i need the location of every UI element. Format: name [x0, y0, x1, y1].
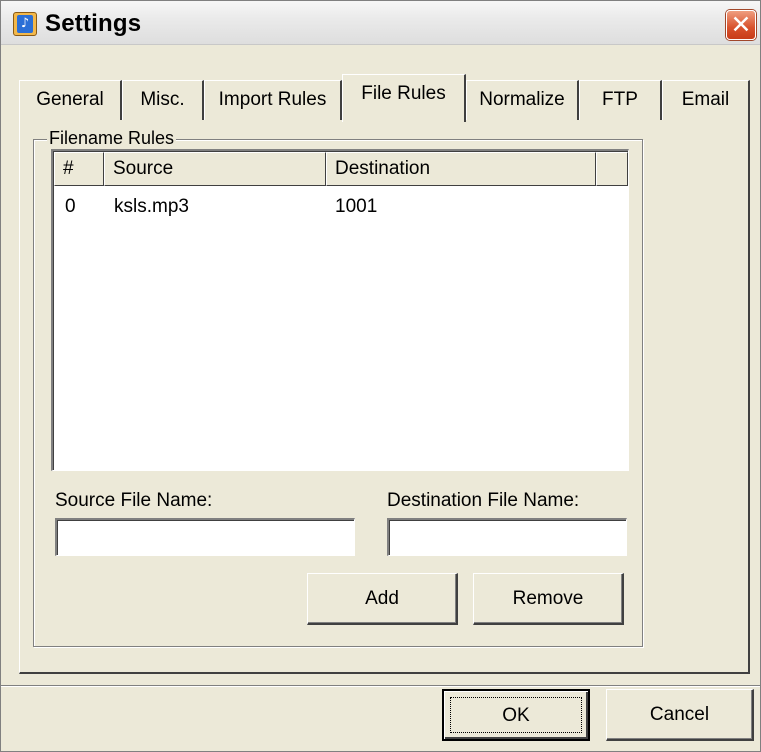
- tab-normalize[interactable]: Normalize: [466, 80, 579, 120]
- tab-file-rules[interactable]: File Rules: [342, 74, 466, 122]
- column-header-destination[interactable]: Destination: [326, 152, 596, 186]
- audio-note-icon: ♪: [13, 12, 37, 36]
- rule-source-cell: ksls.mp3: [114, 196, 189, 217]
- cancel-button[interactable]: Cancel: [606, 689, 754, 741]
- rule-index-cell: 0: [65, 196, 76, 217]
- ok-button[interactable]: OK: [442, 689, 590, 741]
- rule-destination-cell: 1001: [335, 196, 378, 217]
- table-row[interactable]: 0 ksls.mp3 1001: [54, 192, 628, 222]
- destination-file-name-label: Destination File Name:: [387, 490, 580, 511]
- column-header-spacer[interactable]: [596, 152, 628, 186]
- remove-button[interactable]: Remove: [473, 573, 624, 625]
- tab-email[interactable]: Email: [662, 80, 750, 120]
- window-title: Settings: [45, 10, 142, 37]
- title-bar[interactable]: ♪ Settings ✕: [1, 1, 760, 45]
- tab-import-rules[interactable]: Import Rules: [204, 80, 342, 120]
- close-button[interactable]: ✕: [726, 10, 756, 40]
- filename-rules-list[interactable]: # Source Destination 0 ksls.mp3 1001: [51, 149, 629, 471]
- column-header-index[interactable]: #: [54, 152, 104, 186]
- tab-general[interactable]: General: [19, 80, 122, 120]
- destination-file-name-input[interactable]: [387, 518, 627, 556]
- dialog-separator: [1, 685, 760, 687]
- column-header-source[interactable]: Source: [104, 152, 326, 186]
- filename-rules-title: Filename Rules: [47, 128, 177, 148]
- note-glyph: ♪: [17, 15, 33, 33]
- settings-dialog: ♪ Settings ✕ General Misc. Import Rules …: [0, 0, 761, 752]
- close-x-icon: ✕: [730, 10, 752, 39]
- tab-ftp[interactable]: FTP: [579, 80, 662, 120]
- add-button[interactable]: Add: [307, 573, 458, 625]
- source-file-name-input[interactable]: [55, 518, 355, 556]
- source-file-name-label: Source File Name:: [55, 490, 213, 511]
- ok-button-label: OK: [450, 697, 582, 733]
- tab-misc[interactable]: Misc.: [122, 80, 204, 120]
